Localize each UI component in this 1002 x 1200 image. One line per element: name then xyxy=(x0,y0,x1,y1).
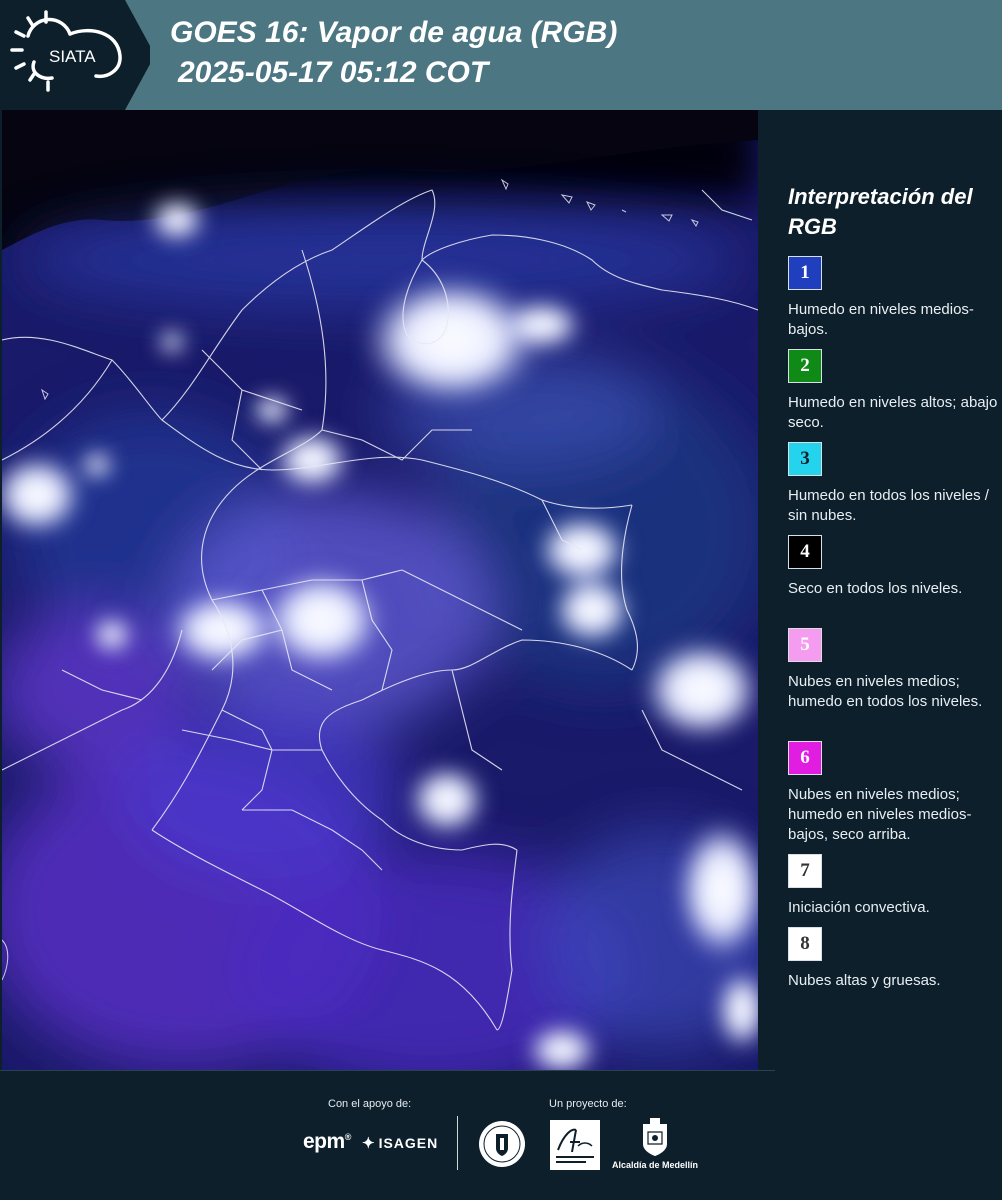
legend-item-8: 8 Nubes altas y gruesas. xyxy=(788,927,998,991)
legend-item-4: 4 Seco en todos los niveles. xyxy=(788,535,998,599)
legend-swatch-7: 7 xyxy=(788,854,822,888)
siata-logo[interactable]: SIATA xyxy=(0,0,150,110)
header-bar: SIATA GOES 16: Vapor de agua (RGB) 2025-… xyxy=(0,0,1002,110)
legend-swatch-1: 1 xyxy=(788,256,822,290)
gobernacion-seal-icon[interactable] xyxy=(478,1120,526,1168)
alcaldia-shield-icon[interactable] xyxy=(640,1118,670,1158)
support-label: Con el apoyo de: xyxy=(328,1098,412,1110)
siata-logo-text: SIATA xyxy=(49,47,96,66)
epm-logo-text: epm xyxy=(303,1130,345,1153)
footer-divider-line xyxy=(0,1070,775,1071)
legend-swatch-8: 8 xyxy=(788,927,822,961)
siata-logo-graphic: SIATA xyxy=(0,0,150,110)
isagen-logo[interactable]: ✦ ISAGEN xyxy=(362,1134,438,1152)
water-vapor-image xyxy=(2,110,758,1070)
legend-swatch-5: 5 xyxy=(788,628,822,662)
legend-text-2: Humedo en niveles altos; abajo seco. xyxy=(788,394,998,431)
legend-item-2: 2 Humedo en niveles altos; abajo seco. xyxy=(788,349,998,433)
legend-text-6: Nubes en niveles medios; humedo en nivel… xyxy=(788,786,972,843)
epm-logo[interactable]: epm® xyxy=(303,1130,351,1154)
legend-text-7: Iniciación convectiva. xyxy=(788,899,930,916)
legend-item-6: 6 Nubes en niveles medios; humedo en niv… xyxy=(788,741,998,845)
legend-item-5: 5 Nubes en niveles medios; humedo en tod… xyxy=(788,628,998,712)
satellite-map[interactable] xyxy=(2,110,758,1070)
area-metropolitana-logo[interactable] xyxy=(550,1120,600,1170)
footer-vertical-divider xyxy=(457,1116,458,1170)
legend-swatch-6: 6 xyxy=(788,741,822,775)
legend-text-8: Nubes altas y gruesas. xyxy=(788,972,941,989)
isagen-star-icon: ✦ xyxy=(362,1135,376,1152)
rgb-legend: Interpretación del RGB 1 Humedo en nivel… xyxy=(760,110,1002,1070)
legend-swatch-3: 3 xyxy=(788,442,822,476)
isagen-logo-text: ISAGEN xyxy=(378,1135,439,1151)
legend-title: Interpretación del RGB xyxy=(788,184,973,239)
legend-text-3: Humedo en todos los niveles / sin nubes. xyxy=(788,487,989,524)
footer: Con el apoyo de: Un proyecto de: epm® ✦ I… xyxy=(0,1070,1002,1200)
legend-item-3: 3 Humedo en todos los niveles / sin nube… xyxy=(788,442,998,526)
project-label: Un proyecto de: xyxy=(549,1098,627,1110)
legend-text-4: Seco en todos los niveles. xyxy=(788,580,963,597)
epm-registered-mark: ® xyxy=(344,1132,352,1142)
legend-text-1: Humedo en niveles medios-bajos. xyxy=(788,301,974,338)
legend-swatch-2: 2 xyxy=(788,349,822,383)
page-title: GOES 16: Vapor de agua (RGB) xyxy=(170,16,618,49)
legend-text-5: Nubes en niveles medios; humedo en todos… xyxy=(788,673,983,710)
page-timestamp: 2025-05-17 05:12 COT xyxy=(178,56,489,89)
alcaldia-text: Alcaldía de Medellín xyxy=(612,1160,699,1170)
legend-item-7: 7 Iniciación convectiva. xyxy=(788,854,998,918)
legend-swatch-4: 4 xyxy=(788,535,822,569)
legend-item-1: 1 Humedo en niveles medios-bajos. xyxy=(788,256,998,340)
